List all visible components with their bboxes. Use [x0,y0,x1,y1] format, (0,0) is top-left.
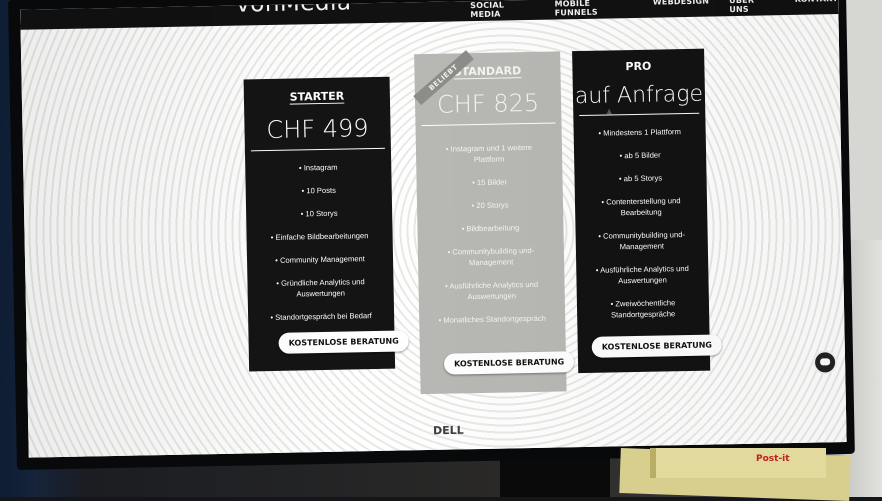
feature-item: Standortgespräch bei Bedarf [262,310,380,323]
feature-item: Mindestens 1 Plattform [588,126,692,139]
feature-item: Instagram und 1 weitere Plattform [430,142,548,166]
plan-title: STARTER [289,89,345,104]
feature-item: Community Management [261,253,379,266]
plan-price: auf Anfrage [574,81,704,110]
plan-card-standard: BELIEBT STANDARD CHF 825 Instagram und 1… [413,50,575,395]
feature-item: 15 Bilder [430,176,548,189]
feature-item: Ausführliche Analytics und Auswertungen [590,263,694,287]
mouse-cursor: ▲ [604,106,615,118]
feature-item: Bildbearbeitung [431,222,549,235]
feature-item: Contenterstellung und Bearbeitung [589,195,693,219]
sticky-note-label: Post-it [756,454,790,464]
feature-item: 10 Storys [260,207,378,220]
nav-social-media[interactable]: SOCIAL MEDIA [470,0,535,19]
monitor-bezel: vonMedia SOCIAL MEDIA MOBILE FUNNELS WEB… [8,0,855,470]
free-consultation-button[interactable]: KOSTENLOSE BERATUNG [591,334,723,358]
feature-list: Instagram 10 Posts 10 Storys Einfache Bi… [245,161,394,324]
sticky-notes-top: Post-it [650,448,826,478]
plan-price: CHF 825 [436,88,540,119]
plan-card-pro: PRO auf Anfrage Mindestens 1 Plattform a… [572,48,723,374]
plan-card-starter: STARTER CHF 499 Instagram 10 Posts 10 St… [243,76,409,372]
feature-item: Zweiwöchentliche Standortgespräche [591,297,695,321]
feature-item: Monatliches Standortgespräch [433,313,551,326]
feature-item: ab 5 Storys [588,172,692,185]
monitor-brand-logo: DELL [432,423,464,438]
free-consultation-button[interactable]: KOSTENLOSE BERATUNG [443,351,575,375]
nav-ueber-uns[interactable]: ÜBER UNS [729,0,775,14]
divider [250,147,385,152]
site-header: vonMedia SOCIAL MEDIA MOBILE FUNNELS WEB… [20,0,839,30]
divider [421,122,556,127]
main-nav: SOCIAL MEDIA MOBILE FUNNELS WEBDESIGN ÜB… [470,0,838,19]
feature-item: ab 5 Bilder [588,149,692,162]
site-logo[interactable]: vonMedia [236,0,352,18]
feature-list: Instagram und 1 weitere Plattform 15 Bil… [416,141,565,326]
nav-webdesign[interactable]: WEBDESIGN [653,0,710,16]
chat-icon[interactable] [812,350,838,375]
feature-item: Ausführliche Analytics und Auswertungen [432,279,550,303]
feature-item: 20 Storys [431,199,549,212]
feature-item: 10 Posts [260,184,378,197]
feature-item: Communitybuilding und-Management [590,229,694,253]
nav-mobile-funnels[interactable]: MOBILE FUNNELS [554,0,633,18]
feature-item: Communitybuilding und-Management [432,245,550,269]
divider [579,112,700,117]
free-consultation-button[interactable]: KOSTENLOSE BERATUNG [278,330,409,354]
plan-price: CHF 499 [266,114,369,145]
feature-list: Mindestens 1 Plattform ab 5 Bilder ab 5 … [574,126,710,321]
plan-title: PRO [625,59,652,74]
browser-viewport: vonMedia SOCIAL MEDIA MOBILE FUNNELS WEB… [20,0,847,458]
feature-item: Gründliche Analytics und Auswertungen [261,276,379,300]
feature-item: Einfache Bildbearbeitungen [261,230,379,243]
nav-kontakt[interactable]: KONTAKT [795,0,839,13]
feature-item: Instagram [259,161,377,174]
